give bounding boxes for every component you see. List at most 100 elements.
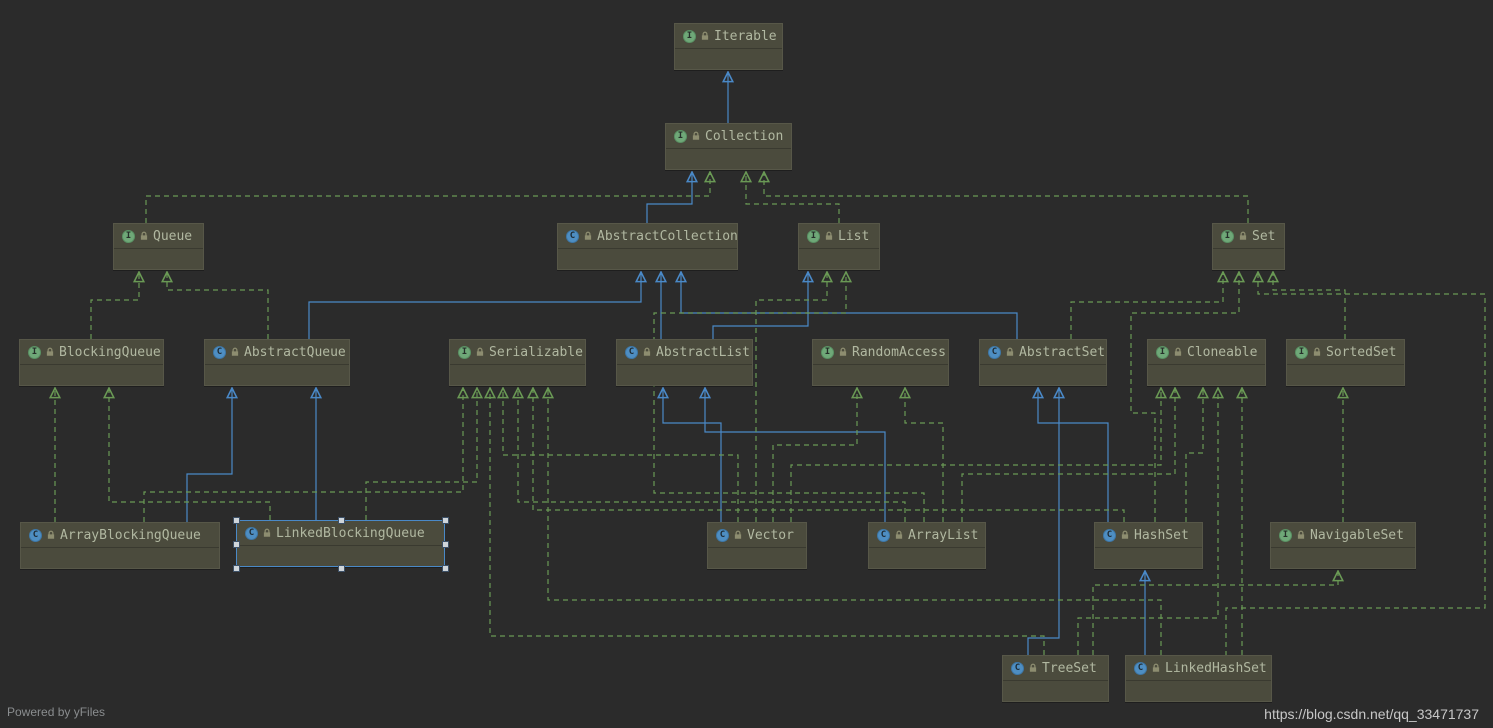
- class-node-Cloneable[interactable]: ICloneable: [1147, 339, 1266, 386]
- class-node-AbstractList[interactable]: C AbstractList: [616, 339, 753, 386]
- implements-edge: [654, 272, 924, 522]
- class-node-SortedSet[interactable]: I SortedSet: [1286, 339, 1405, 386]
- implements-edge: [548, 388, 1161, 655]
- implements-edge: [1273, 272, 1345, 339]
- class-name-label: AbstractList: [656, 345, 750, 360]
- lock-icon: [45, 347, 55, 357]
- implements-edge: [746, 172, 839, 223]
- type-badge-icon: I: [821, 346, 834, 359]
- type-badge-icon: I: [1295, 346, 1308, 359]
- lock-icon: [691, 131, 701, 141]
- lock-icon: [1173, 347, 1183, 357]
- class-node-AbstractCollection[interactable]: C AbstractCollection: [557, 223, 738, 270]
- implements-edge: [109, 388, 270, 520]
- class-name-label: AbstractSet: [1019, 345, 1105, 360]
- class-name-label: TreeSet: [1042, 661, 1097, 676]
- class-node-TreeSet[interactable]: C TreeSet: [1002, 655, 1109, 702]
- implements-edge: [167, 272, 268, 339]
- extends-edge: [647, 172, 692, 223]
- selection-handle[interactable]: [442, 517, 449, 524]
- lock-icon: [700, 31, 710, 41]
- extends-edge: [713, 272, 808, 339]
- implements-edge: [764, 172, 1248, 223]
- class-name-label: AbstractCollection: [597, 229, 738, 244]
- class-name-label: RandomAccess: [852, 345, 946, 360]
- implements-edge: [1093, 571, 1338, 655]
- uml-diagram-stage[interactable]: IIterableICollectionIQueueCAbstractColle…: [0, 0, 1493, 728]
- class-name-label: Cloneable: [1187, 345, 1257, 360]
- class-node-AbstractQueue[interactable]: CAbstractQueue: [204, 339, 350, 386]
- lock-icon: [1151, 663, 1161, 673]
- selection-handle[interactable]: [338, 565, 345, 572]
- selection-handle[interactable]: [338, 517, 345, 524]
- implements-edge: [91, 272, 139, 339]
- selection-handle[interactable]: [442, 541, 449, 548]
- class-node-RandomAccess[interactable]: I RandomAccess: [812, 339, 949, 386]
- extends-edge: [1038, 388, 1108, 522]
- implements-edge: [144, 388, 463, 522]
- selection-handle[interactable]: [233, 565, 240, 572]
- class-node-ArrayBlockingQueue[interactable]: C ArrayBlockingQueue: [20, 522, 220, 569]
- type-badge-icon: C: [566, 230, 579, 243]
- type-badge-icon: C: [29, 529, 42, 542]
- lock-icon: [1005, 347, 1015, 357]
- type-badge-icon: I: [807, 230, 820, 243]
- type-badge-icon: I: [458, 346, 471, 359]
- selection-handle[interactable]: [233, 541, 240, 548]
- class-node-ArrayList[interactable]: CArrayList: [868, 522, 986, 569]
- lock-icon: [583, 231, 593, 241]
- class-node-Vector[interactable]: CVector: [707, 522, 807, 569]
- class-node-BlockingQueue[interactable]: IBlockingQueue: [19, 339, 164, 386]
- lock-icon: [733, 530, 743, 540]
- class-name-label: ArrayBlockingQueue: [60, 528, 201, 543]
- lock-icon: [894, 530, 904, 540]
- lock-icon: [824, 231, 834, 241]
- class-node-LinkedHashSet[interactable]: CLinkedHashSet: [1125, 655, 1272, 702]
- lock-icon: [1296, 530, 1306, 540]
- class-node-List[interactable]: IList: [798, 223, 880, 270]
- class-node-NavigableSet[interactable]: INavigableSet: [1270, 522, 1416, 569]
- implements-edge: [366, 388, 477, 520]
- selection-handle[interactable]: [442, 565, 449, 572]
- class-name-label: Serializable: [489, 345, 583, 360]
- type-badge-icon: I: [1221, 230, 1234, 243]
- class-node-Serializable[interactable]: I Serializable: [449, 339, 586, 386]
- class-node-AbstractSet[interactable]: C AbstractSet: [979, 339, 1107, 386]
- type-badge-icon: C: [988, 346, 1001, 359]
- class-name-label: SortedSet: [1326, 345, 1396, 360]
- type-badge-icon: C: [1011, 662, 1024, 675]
- class-name-label: LinkedBlockingQueue: [276, 526, 425, 541]
- class-node-Iterable[interactable]: IIterable: [674, 23, 783, 70]
- class-node-Collection[interactable]: ICollection: [665, 123, 792, 170]
- implements-edge: [1186, 388, 1203, 522]
- implements-edge: [962, 388, 1175, 522]
- implements-edge: [1071, 272, 1223, 339]
- class-node-Set[interactable]: ISet: [1212, 223, 1285, 270]
- class-name-label: Iterable: [714, 29, 777, 44]
- type-badge-icon: I: [28, 346, 41, 359]
- implements-edge: [146, 172, 710, 223]
- lock-icon: [1120, 530, 1130, 540]
- class-name-label: Queue: [153, 229, 192, 244]
- lock-icon: [475, 347, 485, 357]
- extends-edge: [1028, 388, 1059, 655]
- lock-icon: [262, 528, 272, 538]
- class-name-label: HashSet: [1134, 528, 1189, 543]
- type-badge-icon: C: [213, 346, 226, 359]
- lock-icon: [46, 530, 56, 540]
- extends-edge: [309, 272, 641, 339]
- class-node-HashSet[interactable]: CHashSet: [1094, 522, 1203, 569]
- extends-edge: [681, 272, 1017, 339]
- selection-handle[interactable]: [233, 517, 240, 524]
- implements-edge: [503, 388, 738, 522]
- type-badge-icon: C: [716, 529, 729, 542]
- type-badge-icon: C: [625, 346, 638, 359]
- type-badge-icon: C: [1134, 662, 1147, 675]
- class-node-Queue[interactable]: IQueue: [113, 223, 204, 270]
- lock-icon: [838, 347, 848, 357]
- type-badge-icon: C: [877, 529, 890, 542]
- lock-icon: [230, 347, 240, 357]
- type-badge-icon: I: [1279, 529, 1292, 542]
- class-node-LinkedBlockingQueue[interactable]: CLinkedBlockingQueue: [236, 520, 445, 567]
- lock-icon: [139, 231, 149, 241]
